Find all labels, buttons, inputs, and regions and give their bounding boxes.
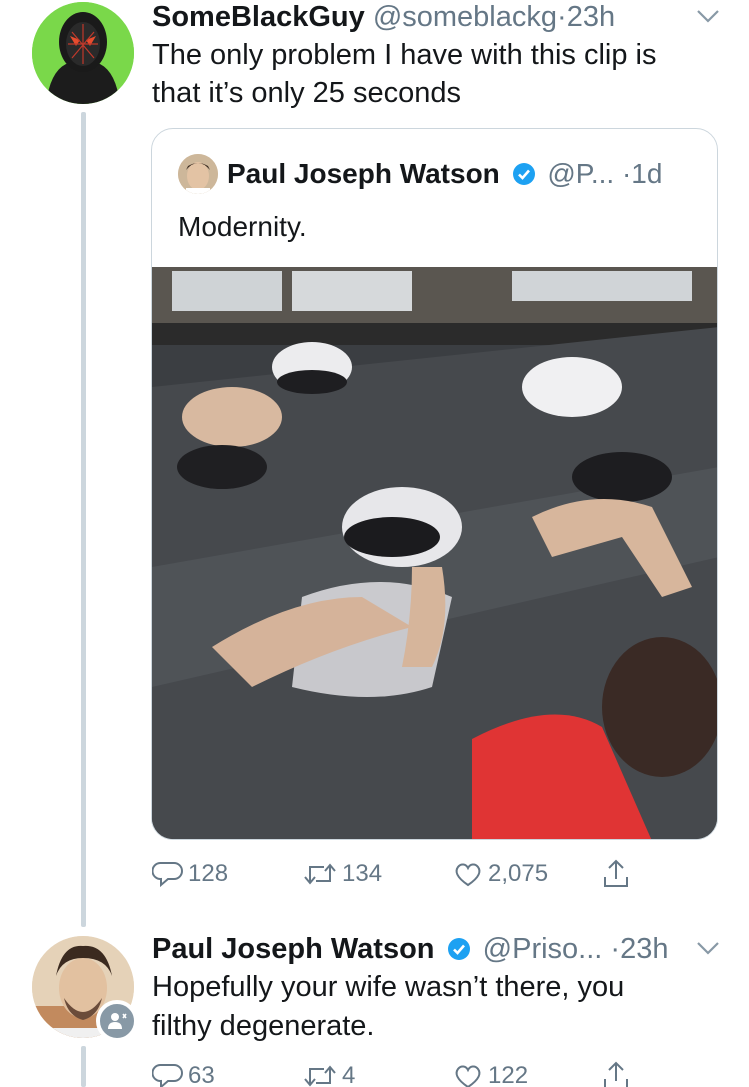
like-button[interactable]: 2,075 [452,858,548,890]
reply-icon [152,1064,183,1087]
retweet-button[interactable]: 134 [302,858,382,890]
reply-button[interactable]: 63 [152,1060,215,1087]
retweet-button[interactable]: 4 [302,1060,355,1087]
quoted-tweet[interactable]: Paul Joseph Watson @P... ·1d Modernity. [151,128,718,840]
like-icon [455,1065,481,1087]
verified-icon [512,163,535,185]
like-icon [455,863,481,887]
share-icon [604,1061,628,1087]
share-icon [604,859,628,887]
share-button[interactable] [600,1060,636,1087]
tweet-header: Paul Joseph Watson @Priso... ·23h [152,932,668,966]
avatar[interactable] [32,2,134,104]
retweet-count: 134 [342,860,383,887]
tweet-text-line: Hopefully your wife wasn’t there, you [152,971,625,1003]
quoted-text: Modernity. [178,211,307,242]
timestamp[interactable]: 23h [620,933,668,965]
share-button[interactable] [600,858,636,890]
like-count: 2,075 [488,860,549,887]
like-count: 122 [488,1062,529,1087]
tweet-actions: 63 4 122 [152,1060,652,1087]
user-add-icon [108,1013,127,1029]
verified-icon [447,938,470,960]
display-name[interactable]: Paul Joseph Watson [152,933,435,965]
tweet-header: SomeBlackGuy @someblackg·23h [152,0,615,34]
tweet-text-line: that it’s only 25 seconds [152,77,461,109]
thread-line [81,112,86,927]
avatar[interactable] [178,154,218,194]
user-handle[interactable]: @Priso... [483,933,603,965]
follow-badge-icon[interactable] [96,1000,138,1042]
chevron-down-icon[interactable] [696,940,720,956]
separator: · [610,933,621,965]
timestamp[interactable]: 23h [567,1,615,33]
thread-line [81,1046,86,1087]
tweet-text-line: filthy degenerate. [152,1010,375,1042]
tweet-actions: 128 134 2,075 [152,858,652,894]
tweet-text-line: The only problem I have with this clip i… [152,39,657,71]
timestamp[interactable]: 1d [631,158,662,189]
retweet-count: 4 [342,1062,356,1087]
display-name[interactable]: Paul Joseph Watson [227,158,500,189]
separator: · [557,1,567,33]
reply-button[interactable]: 128 [152,858,228,890]
display-name[interactable]: SomeBlackGuy [152,1,365,33]
reply-count: 63 [188,1062,215,1087]
quoted-header: Paul Joseph Watson @P... ·1d [227,157,662,191]
like-button[interactable]: 122 [452,1060,528,1087]
user-handle[interactable]: @someblackg [373,1,557,33]
reply-count: 128 [188,860,229,887]
separator: · [621,158,632,189]
retweet-icon [304,1065,336,1087]
retweet-icon [304,863,336,885]
user-handle[interactable]: @P... [547,158,614,189]
reply-icon [152,862,183,888]
chevron-down-icon[interactable] [696,8,720,24]
video-thumbnail[interactable] [152,267,717,839]
